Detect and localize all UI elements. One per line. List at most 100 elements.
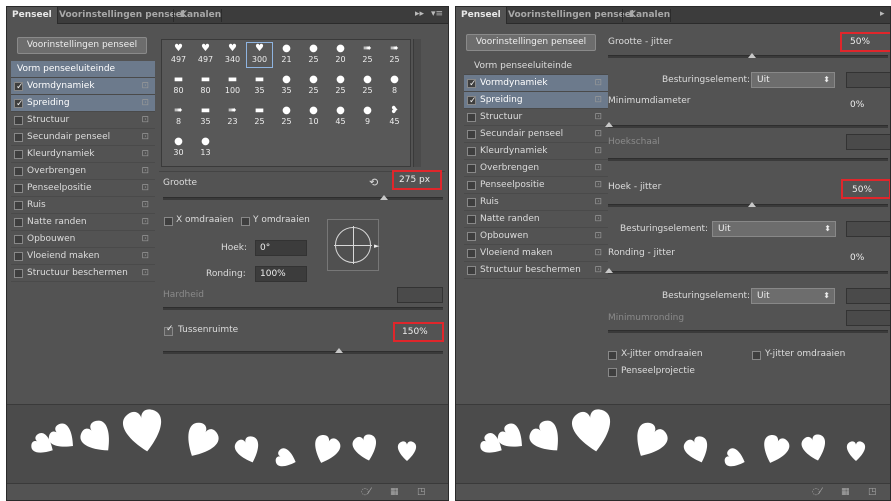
lock-icon[interactable]: ⊡: [141, 197, 149, 214]
brush-tip-tile[interactable]: ● 20: [328, 43, 353, 67]
tab-brush-presets[interactable]: Voorinstellingen penseel: [54, 7, 190, 24]
setting-checkbox[interactable]: [14, 116, 23, 125]
size-slider-thumb[interactable]: [380, 195, 388, 200]
setting-checkbox[interactable]: [467, 198, 476, 207]
lock-icon[interactable]: ⊡: [141, 95, 149, 112]
flip-y-jitter-checkbox[interactable]: [752, 351, 761, 360]
brush-tip-tile[interactable]: ♥ 300: [246, 42, 273, 68]
lock-icon[interactable]: ⊡: [141, 248, 149, 265]
brush-setting-item[interactable]: Secundair penseel ⊡: [464, 126, 608, 143]
brush-setting-item[interactable]: ✓ Vormdynamiek ⊡: [11, 78, 155, 95]
new-brush-icon[interactable]: ◳: [417, 487, 426, 497]
lock-icon[interactable]: ⊡: [141, 180, 149, 197]
brush-setting-item[interactable]: Structuur ⊡: [464, 109, 608, 126]
brush-tip-tile[interactable]: ▬ 35: [193, 105, 218, 129]
size-jitter-thumb[interactable]: [748, 53, 756, 58]
brush-tip-tile[interactable]: ▬ 25: [247, 105, 272, 129]
brush-setting-item[interactable]: ✓ Spreiding ⊡: [11, 95, 155, 112]
brush-tip-tile[interactable]: ● 25: [328, 74, 353, 98]
roundness-input[interactable]: 100%: [255, 266, 307, 282]
lock-icon[interactable]: ⊡: [141, 214, 149, 231]
lock-icon[interactable]: ⊡: [141, 78, 149, 95]
lock-icon[interactable]: ⊡: [594, 245, 602, 262]
angle-roundness-control[interactable]: ►: [327, 219, 379, 271]
control-select[interactable]: Uit ⬍: [751, 72, 835, 88]
setting-checkbox[interactable]: [14, 133, 23, 142]
setting-checkbox[interactable]: [467, 266, 476, 275]
setting-checkbox[interactable]: [467, 249, 476, 258]
brush-setting-item[interactable]: Structuur ⊡: [11, 112, 155, 129]
brush-setting-item[interactable]: Secundair penseel ⊡: [11, 129, 155, 146]
brush-tip-tile[interactable]: ➠ 25: [382, 43, 407, 67]
min-diameter-input[interactable]: 0%: [846, 98, 890, 114]
brush-tip-tile[interactable]: ● 25: [355, 74, 380, 98]
brush-tip-tile[interactable]: ➠ 25: [355, 43, 380, 67]
setting-checkbox[interactable]: [14, 167, 23, 176]
brush-setting-item[interactable]: Natte randen ⊡: [464, 211, 608, 228]
setting-checkbox[interactable]: ✓: [14, 82, 24, 92]
setting-checkbox[interactable]: [14, 235, 23, 244]
setting-checkbox[interactable]: [14, 218, 23, 227]
brush-toggle-icon[interactable]: ◌⁄: [361, 487, 370, 497]
brush-projection-checkbox[interactable]: [608, 368, 617, 377]
lock-icon[interactable]: ⊡: [594, 194, 602, 211]
brush-setting-item[interactable]: Kleurdynamiek ⊡: [11, 146, 155, 163]
flip-y-checkbox[interactable]: [241, 217, 250, 226]
panel-menu-icon[interactable]: ▾≡: [431, 9, 443, 19]
setting-checkbox[interactable]: [467, 113, 476, 122]
angle-jitter-thumb[interactable]: [748, 202, 756, 207]
collapse-icon[interactable]: ▸▸: [415, 9, 424, 19]
brush-toggle-icon[interactable]: ◌⁄: [812, 487, 821, 497]
lock-icon[interactable]: ⊡: [594, 126, 602, 143]
brush-tip-shape-item[interactable]: Vorm penseeluiteinde: [11, 61, 155, 78]
brush-tip-shape-item[interactable]: Vorm penseeluiteinde: [464, 58, 608, 75]
brush-setting-item[interactable]: Opbouwen ⊡: [464, 228, 608, 245]
lock-icon[interactable]: ⊡: [594, 160, 602, 177]
brush-setting-item[interactable]: ✓ Vormdynamiek ⊡: [464, 75, 608, 92]
setting-checkbox[interactable]: [467, 215, 476, 224]
setting-checkbox[interactable]: [467, 130, 476, 139]
collapse-icon[interactable]: ▸: [880, 9, 885, 19]
brush-tip-tile[interactable]: ▬ 80: [193, 74, 218, 98]
size-slider-track[interactable]: [163, 197, 443, 200]
brush-tip-tile[interactable]: ➠ 23: [220, 105, 245, 129]
brush-setting-item[interactable]: Structuur beschermen ⊡: [464, 262, 608, 279]
brush-tip-tile[interactable]: ❥ 45: [382, 105, 407, 129]
reset-size-icon[interactable]: ⟲: [369, 176, 378, 189]
angle-control-select[interactable]: Uit ⬍: [712, 221, 836, 237]
setting-checkbox[interactable]: ✓: [467, 79, 477, 89]
lock-icon[interactable]: ⊡: [594, 211, 602, 228]
lock-icon[interactable]: ⊡: [594, 143, 602, 160]
brush-tip-tile[interactable]: ▬ 80: [166, 74, 191, 98]
brush-tip-tile[interactable]: ♥ 497: [193, 43, 218, 67]
setting-checkbox[interactable]: [467, 164, 476, 173]
brush-setting-item[interactable]: Overbrengen ⊡: [11, 163, 155, 180]
brush-tip-tile[interactable]: ▬ 35: [247, 74, 272, 98]
lock-icon[interactable]: ⊡: [594, 228, 602, 245]
lock-icon[interactable]: ⊡: [594, 75, 602, 92]
spacing-slider-track[interactable]: [163, 351, 443, 354]
setting-checkbox[interactable]: [14, 184, 23, 193]
lock-icon[interactable]: ⊡: [141, 129, 149, 146]
lock-icon[interactable]: ⊡: [141, 146, 149, 163]
round-jitter-slider[interactable]: [608, 271, 888, 274]
brush-presets-button[interactable]: Voorinstellingen penseel: [466, 34, 596, 51]
tab-brush[interactable]: Penseel: [456, 7, 507, 24]
brush-presets-button[interactable]: Voorinstellingen penseel: [17, 37, 147, 54]
brush-tip-tile[interactable]: ▬ 100: [220, 74, 245, 98]
brush-tip-tile[interactable]: ● 10: [301, 105, 326, 129]
brush-tip-tile[interactable]: ● 45: [328, 105, 353, 129]
brush-tip-tile[interactable]: ● 21: [274, 43, 299, 67]
brush-setting-item[interactable]: Natte randen ⊡: [11, 214, 155, 231]
min-diameter-thumb[interactable]: [605, 122, 613, 127]
brush-setting-item[interactable]: Overbrengen ⊡: [464, 160, 608, 177]
brush-tip-tile[interactable]: ● 25: [301, 43, 326, 67]
lock-icon[interactable]: ⊡: [594, 109, 602, 126]
tab-channels[interactable]: Kanalen: [624, 7, 675, 24]
brush-setting-item[interactable]: Kleurdynamiek ⊡: [464, 143, 608, 160]
brush-tip-grid[interactable]: ♥ 497 ♥ 497 ♥ 340 ♥ 300 ● 21 ● 25 ● 20 ➠ 25 ➠ 25 ▬ 80 ▬ 80 ▬ 10…: [161, 39, 411, 167]
round-jitter-input[interactable]: 0%: [846, 251, 890, 267]
brush-tip-tile[interactable]: ● 13: [193, 136, 218, 160]
lock-icon[interactable]: ⊡: [594, 92, 602, 109]
tab-brush[interactable]: Penseel: [7, 7, 58, 24]
